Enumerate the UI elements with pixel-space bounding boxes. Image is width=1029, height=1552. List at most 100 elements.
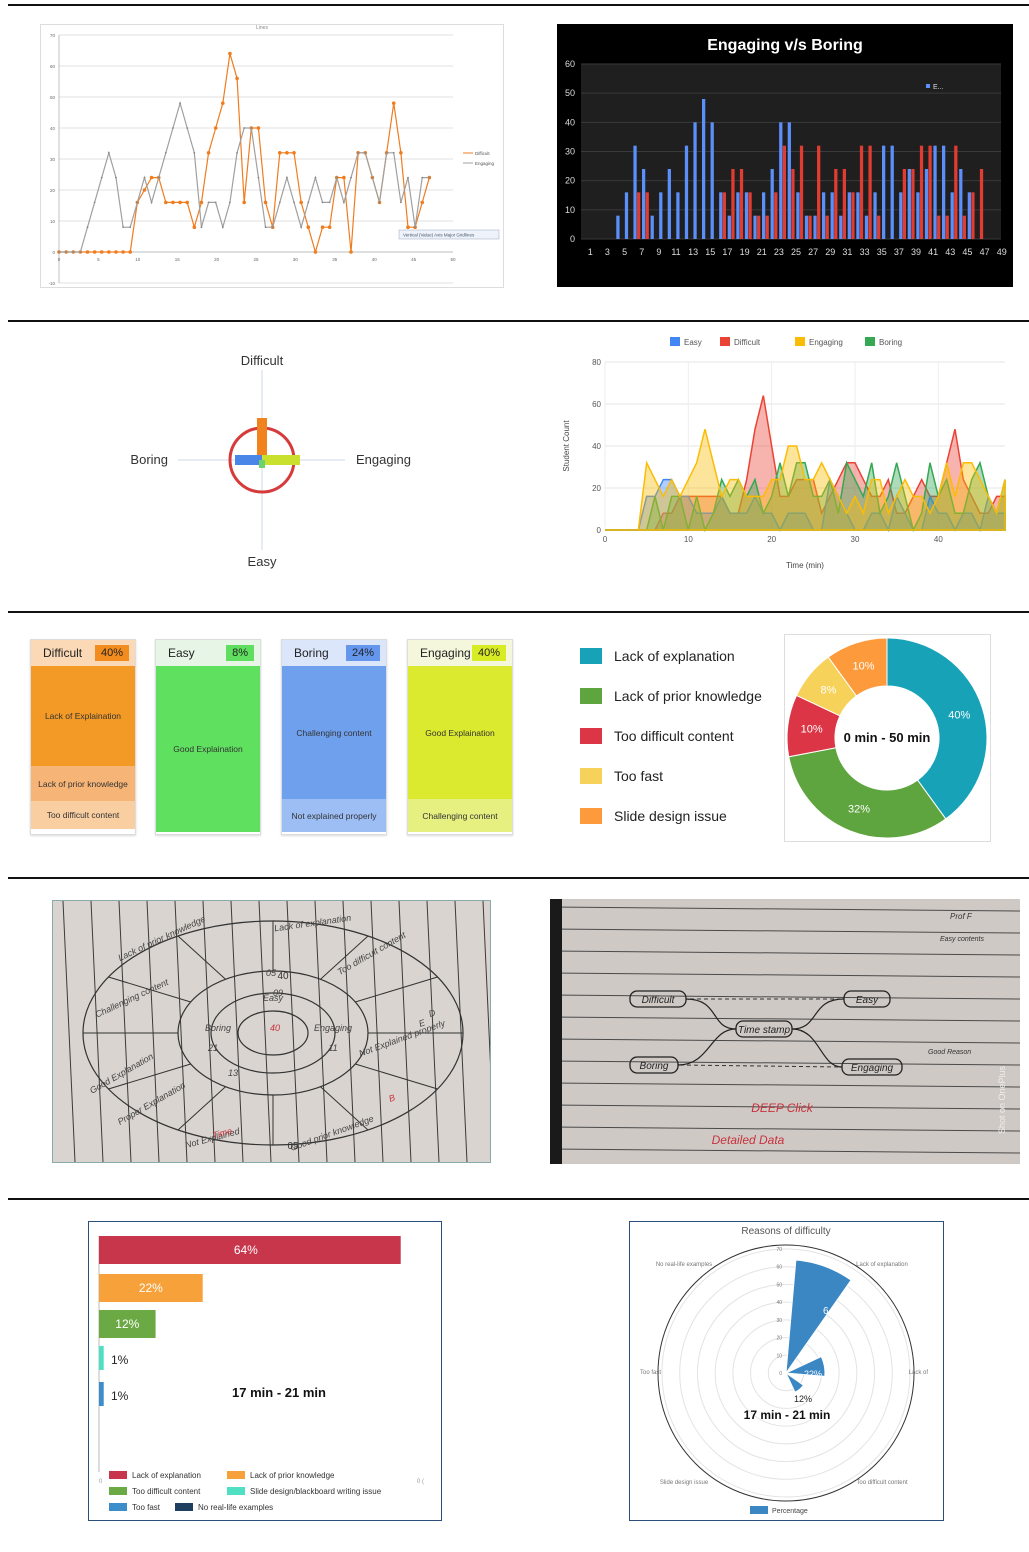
data-point — [335, 176, 338, 179]
y-tick-label: 60 — [50, 64, 56, 69]
label-easy: Easy — [248, 554, 277, 569]
x-tick-label: 0 — [99, 1479, 103, 1485]
bar-engaging — [882, 145, 886, 239]
data-point — [285, 151, 289, 155]
slice-label: 40% — [948, 710, 970, 722]
sketch-text: Challenging content — [94, 977, 171, 1020]
y-tick-label: 60 — [565, 59, 575, 69]
data-point — [93, 201, 96, 204]
legend-label: Percentage — [772, 1508, 808, 1515]
data-point — [243, 127, 246, 129]
legend-swatch — [670, 337, 680, 346]
sketch-text: Lack of prior knowledge — [117, 914, 207, 963]
data-point — [350, 176, 352, 179]
x-tick-label: 23 — [774, 247, 784, 257]
bar-boring — [859, 145, 864, 239]
notebook-line — [90, 901, 104, 1162]
bar-boring — [834, 169, 838, 239]
bar-engaging — [659, 192, 663, 239]
bar-engaging — [950, 192, 954, 239]
bar-engaging — [822, 192, 826, 239]
sketch-text: Proper Explanation — [116, 1080, 187, 1127]
x-tick-label: 10 — [684, 535, 693, 544]
bar-engaging — [864, 215, 869, 239]
sketch-red-text: Detailed Data — [712, 1133, 785, 1147]
data-point — [378, 201, 381, 204]
bar-boring — [911, 169, 915, 239]
bar-engaging — [796, 192, 800, 239]
y-tick-label: 0 — [570, 234, 575, 244]
line-chart-title: Lines — [256, 25, 268, 31]
x-tick-label: 30 — [851, 535, 860, 544]
legend-too-difficult: Too difficult content — [580, 716, 780, 756]
x-tick-label: 27 — [808, 247, 818, 257]
data-point — [206, 151, 211, 155]
data-point — [149, 175, 154, 180]
bar-engaging — [873, 192, 877, 239]
x-tick-label: 7 — [639, 247, 644, 257]
bar-boring — [919, 145, 924, 239]
x-tick-label: 47 — [980, 247, 990, 257]
notebook-line — [550, 972, 1020, 978]
legend-label: Slide design/blackboard writing issue — [250, 1487, 382, 1496]
data-point — [277, 151, 282, 155]
radial-tick-label: 70 — [776, 1247, 782, 1253]
data-point — [129, 226, 132, 229]
slice-label: 64% — [823, 1306, 843, 1317]
slice-label: 8% — [820, 685, 836, 697]
data-point — [399, 151, 403, 155]
x-tick-label: 45 — [962, 247, 972, 257]
sketch-text: 40 — [270, 1023, 280, 1033]
sketch-spoke — [177, 1086, 226, 1131]
x-tick-label: 31 — [842, 247, 852, 257]
center-label: 17 min - 21 min — [232, 1385, 326, 1400]
y-tick-label: 70 — [50, 33, 56, 38]
chart-title: Reasons of difficulty — [741, 1226, 830, 1237]
bar-boring — [799, 145, 804, 239]
label-difficult: Difficult — [241, 353, 284, 368]
data-point — [213, 126, 218, 130]
data-point — [328, 201, 331, 204]
data-point — [349, 250, 353, 254]
sketch-note: Prof F — [950, 912, 973, 921]
data-point — [385, 151, 388, 154]
y-tick-label: 40 — [565, 117, 575, 127]
data-point — [221, 101, 225, 105]
legend-lack-of-explanation: Lack of explanation — [580, 636, 780, 676]
legend-label: E... — [933, 84, 944, 91]
y-tick-label: 0 — [52, 250, 55, 255]
data-point — [286, 176, 288, 179]
legend-swatch — [865, 337, 875, 346]
legend-swatch — [795, 337, 805, 346]
bar-engaging — [856, 192, 860, 239]
notebook-line — [550, 994, 1020, 1000]
bar-engaging — [933, 145, 937, 239]
sketch-spoke — [355, 1063, 438, 1090]
data-point — [92, 250, 97, 254]
notebook-line — [550, 1038, 1020, 1044]
y-tick-label: 30 — [50, 157, 56, 162]
data-point — [391, 101, 396, 105]
sketch-red-text: DEEP Click — [751, 1101, 814, 1115]
data-point — [300, 226, 303, 229]
bar-boring — [757, 215, 761, 239]
notebook-line — [482, 901, 490, 1065]
difficulty-reasons-bar-chart: 64% 22% 12% 1% 1% 17 min - 21 min 0 0 (Lack of … — [88, 1221, 442, 1521]
data-point — [65, 251, 68, 253]
annotation-text: Vertical (Value) Axis Major Gridlines — [403, 233, 475, 238]
data-point — [107, 250, 111, 254]
bar-engaging — [813, 215, 817, 239]
x-tick-label: 50 — [450, 257, 456, 262]
legend-label: Boring — [879, 338, 902, 347]
notebook-line — [550, 950, 1020, 956]
card-boring: Boring 24% Challenging content Not explaine… — [281, 639, 387, 835]
x-tick-label: 49 — [997, 247, 1007, 257]
data-point — [193, 151, 196, 154]
bar-engaging — [830, 192, 834, 239]
bar-engaging — [616, 215, 620, 239]
bar-engaging — [727, 215, 731, 239]
slice-label: 12% — [794, 1394, 812, 1404]
slice-label: 10% — [801, 723, 823, 735]
data-point — [242, 200, 246, 205]
donut-legend: Lack of explanation Lack of prior knowle… — [580, 636, 780, 836]
